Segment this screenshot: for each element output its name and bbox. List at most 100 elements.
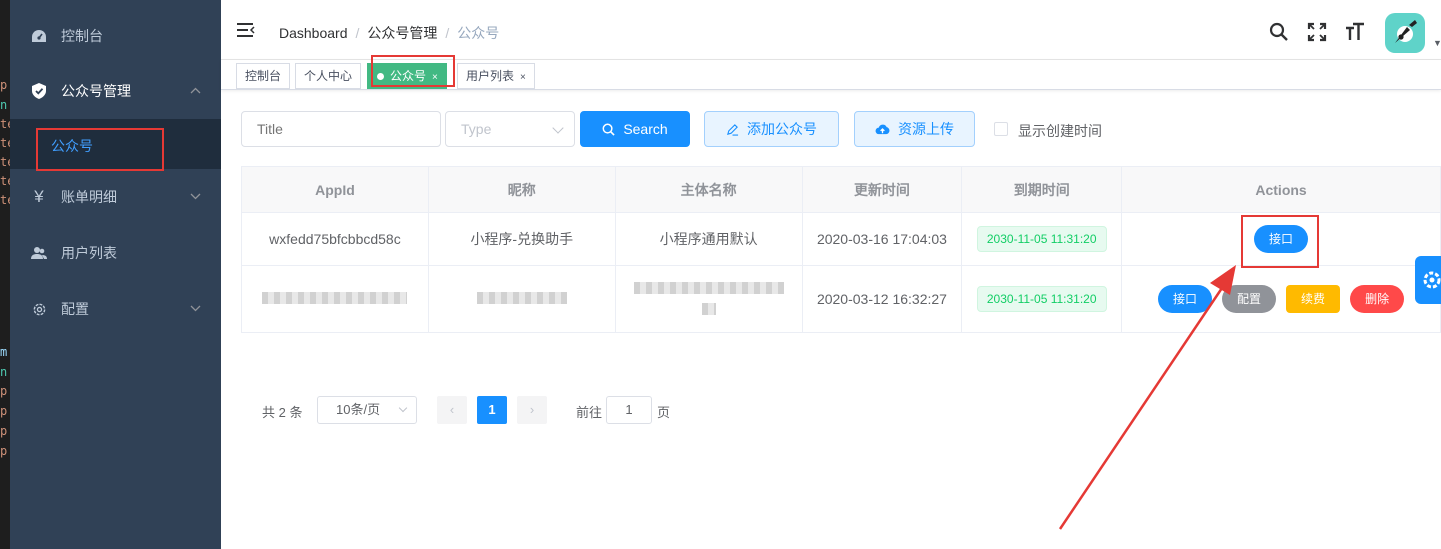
column-header-actions: Actions <box>1121 166 1441 213</box>
fullscreen-icon[interactable] <box>1307 22 1327 42</box>
cell-updated: 2020-03-16 17:04:03 <box>801 212 963 266</box>
cloud-upload-icon <box>875 124 890 134</box>
breadcrumb-dashboard[interactable]: Dashboard <box>279 25 348 41</box>
text-size-icon[interactable] <box>1345 22 1365 42</box>
editor-glyph: p <box>0 404 8 418</box>
pagination-total: 共 2 条 <box>262 405 303 420</box>
expiry-badge: 2030-11-05 11:31:20 <box>976 226 1107 252</box>
chevron-down-icon <box>190 303 201 315</box>
breadcrumb: Dashboard / 公众号管理 / 公众号 <box>279 23 499 43</box>
editor-glyph: p <box>0 384 8 398</box>
redacted-entity <box>633 281 784 294</box>
chevron-up-icon <box>190 85 201 97</box>
sidebar-item-label: 控制台 <box>61 28 103 44</box>
tag-label: 控制台 <box>245 69 282 83</box>
yen-icon: ¥ <box>34 187 44 206</box>
sidebar-item-label: 账单明细 <box>61 189 117 205</box>
table-row: wxfedd75bfcbbcd58c 小程序-兑换助手 小程序通用默认 2020… <box>241 212 1441 266</box>
cell-entity-redacted <box>614 265 803 333</box>
goto-prefix: 前往 <box>576 405 603 420</box>
add-account-label: 添加公众号 <box>747 121 817 137</box>
editor-glyph: n <box>0 365 8 379</box>
page-number-current[interactable]: 1 <box>477 396 507 424</box>
editor-glyph: te <box>0 155 10 169</box>
breadcrumb-current: 公众号 <box>457 25 500 41</box>
tag-profile[interactable]: 个人中心 <box>295 63 362 89</box>
column-header-appid: AppId <box>241 166 429 213</box>
editor-glyph: m <box>0 345 8 359</box>
close-icon[interactable]: × <box>520 72 526 83</box>
tags-view: 控制台 个人中心 公众号 × 用户列表 × <box>221 60 1441 90</box>
renew-button[interactable]: 续费 <box>1286 285 1341 313</box>
editor-glyph: p <box>0 444 8 458</box>
cell-nickname-redacted <box>427 265 616 333</box>
editor-glyph: te <box>0 136 10 150</box>
page-size-value: 10条/页 <box>336 402 381 417</box>
avatar[interactable] <box>1385 13 1425 53</box>
sidebar-subitem-official-account[interactable]: 公众号 <box>10 119 221 169</box>
sidebar-item-billing[interactable]: ¥ 账单明细 <box>10 169 221 225</box>
breadcrumb-separator: / <box>355 25 360 41</box>
tag-label: 公众号 <box>390 69 427 83</box>
sidebar-item-settings[interactable]: 配置 <box>10 281 221 337</box>
next-page-button[interactable]: › <box>517 396 547 424</box>
tag-user-list[interactable]: 用户列表 × <box>457 63 535 89</box>
sidebar-item-accounts[interactable]: 公众号管理 <box>10 63 221 119</box>
show-created-time-checkbox[interactable] <box>994 122 1008 136</box>
chevron-down-icon <box>398 403 408 413</box>
search-icon[interactable] <box>1269 22 1289 42</box>
caret-down-icon[interactable]: ▼ <box>1433 38 1441 48</box>
cell-nickname: 小程序-兑换助手 <box>427 212 616 266</box>
upload-button[interactable]: 资源上传 <box>854 111 975 147</box>
editor-glyph: n <box>0 98 8 112</box>
edit-icon <box>727 123 739 136</box>
editor-glyph: te <box>0 117 10 131</box>
page-size-select[interactable]: 10条/页 <box>317 396 417 424</box>
settings-drawer-toggle[interactable] <box>1415 256 1441 304</box>
prev-page-button[interactable]: ‹ <box>437 396 467 424</box>
breadcrumb-account-mgmt[interactable]: 公众号管理 <box>367 23 437 43</box>
type-select[interactable]: Type <box>445 111 575 147</box>
chevron-down-icon <box>190 191 201 203</box>
close-icon[interactable]: × <box>432 72 438 83</box>
accounts-table: AppId 昵称 主体名称 更新时间 到期时间 Actions wxfedd75… <box>241 166 1441 333</box>
top-navbar: Dashboard / 公众号管理 / 公众号 ▼ <box>221 0 1441 60</box>
cell-entity: 小程序通用默认 <box>614 212 803 266</box>
goto-page-input[interactable]: 1 <box>606 396 652 424</box>
type-select-placeholder: Type <box>461 121 492 137</box>
cell-updated: 2020-03-12 16:32:27 <box>801 265 963 333</box>
annotation-arrow <box>1058 265 1236 530</box>
column-header-updated: 更新时间 <box>801 166 963 213</box>
tag-official-account[interactable]: 公众号 × <box>367 63 447 89</box>
sidebar-item-label: 配置 <box>61 301 89 317</box>
column-header-nickname: 昵称 <box>427 166 616 213</box>
sidebar-item-label: 公众号管理 <box>61 83 131 99</box>
sidebar: 控制台 公众号管理 公众号 ¥ 账单明细 用户列表 配置 <box>10 0 221 549</box>
delete-button[interactable]: 删除 <box>1350 285 1405 313</box>
editor-glyph: p <box>0 78 8 92</box>
sidebar-item-label: 用户列表 <box>61 245 117 261</box>
column-header-expires: 到期时间 <box>961 166 1123 213</box>
redacted-nickname <box>476 292 567 304</box>
show-created-time-label[interactable]: 显示创建时间 <box>1018 121 1102 141</box>
goto-suffix: 页 <box>657 405 671 420</box>
add-account-button[interactable]: 添加公众号 <box>704 111 839 147</box>
search-icon <box>602 123 615 136</box>
tag-label: 个人中心 <box>304 69 353 83</box>
interface-button[interactable]: 接口 <box>1254 225 1309 253</box>
chevron-down-icon <box>552 122 564 134</box>
column-header-entity: 主体名称 <box>614 166 803 213</box>
sidebar-item-dashboard[interactable]: 控制台 <box>10 8 221 64</box>
background-editor-window: p n te te te te te m n p p p p <box>0 0 10 549</box>
gear-icon <box>1423 271 1441 289</box>
user-icon <box>30 244 48 262</box>
tag-dashboard[interactable]: 控制台 <box>236 63 291 89</box>
search-button[interactable]: Search <box>580 111 690 147</box>
title-search-input[interactable] <box>241 111 441 147</box>
tag-label: 用户列表 <box>466 69 515 83</box>
hamburger-icon[interactable] <box>237 22 255 38</box>
gear-icon <box>30 300 48 318</box>
dashboard-icon <box>30 27 48 45</box>
sidebar-item-users[interactable]: 用户列表 <box>10 225 221 281</box>
table-row: 2020-03-12 16:32:27 2030-11-05 11:31:20 … <box>241 265 1441 333</box>
